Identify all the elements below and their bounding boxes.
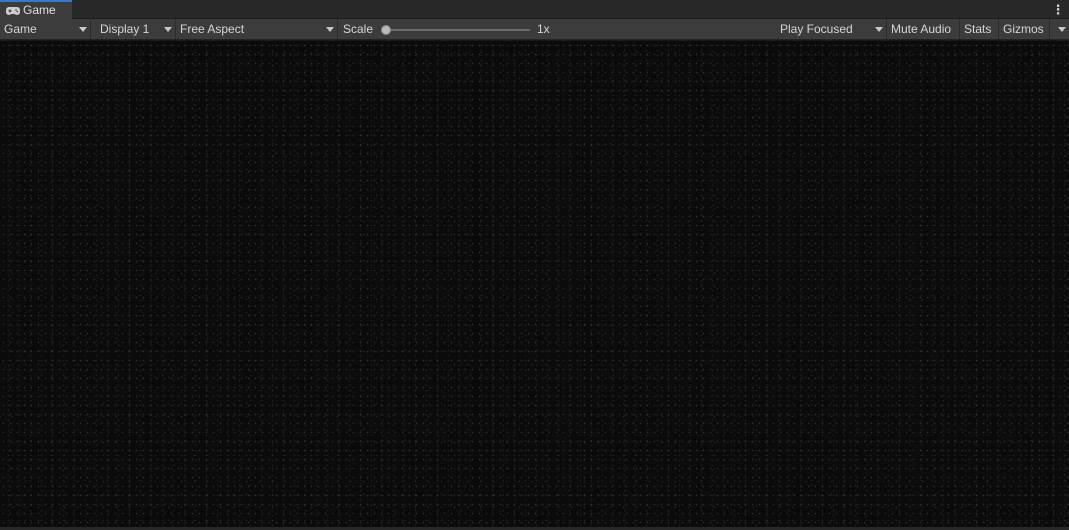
mute-audio-label: Mute Audio xyxy=(891,22,952,36)
game-viewport[interactable] xyxy=(0,41,1069,527)
chevron-down-icon xyxy=(79,27,87,32)
mute-audio-toggle[interactable]: Mute Audio xyxy=(887,19,960,39)
scale-value: 1x xyxy=(533,19,573,39)
aspect-dropdown[interactable]: Free Aspect xyxy=(176,19,338,39)
view-mode-label: Game xyxy=(4,22,37,36)
scale-slider-thumb[interactable] xyxy=(381,25,391,35)
chevron-down-icon xyxy=(1058,27,1066,32)
display-label: Display 1 xyxy=(100,22,150,36)
gizmos-label: Gizmos xyxy=(1003,22,1044,36)
display-dropdown[interactable]: Display 1 xyxy=(96,19,176,39)
gizmos-toggle[interactable]: Gizmos xyxy=(999,19,1050,39)
scale-value-text: 1x xyxy=(537,22,550,36)
tab-label: Game xyxy=(23,3,56,17)
kebab-menu-icon[interactable]: ⋮ xyxy=(1052,0,1065,19)
scale-slider-track[interactable] xyxy=(384,29,530,31)
chevron-down-icon xyxy=(326,27,334,32)
play-mode-label: Play Focused xyxy=(780,22,853,36)
gizmos-dropdown[interactable] xyxy=(1050,19,1069,39)
gamepad-icon xyxy=(6,6,20,15)
scale-label: Scale xyxy=(343,22,374,36)
tab-bar: Game ⋮ xyxy=(0,0,1069,19)
game-window: Game ⋮ Game Display 1 Free Aspect Scale … xyxy=(0,0,1069,530)
play-mode-dropdown[interactable]: Play Focused xyxy=(776,19,887,39)
view-mode-dropdown[interactable]: Game xyxy=(0,19,91,39)
chevron-down-icon xyxy=(875,27,883,32)
aspect-label: Free Aspect xyxy=(180,22,245,36)
chevron-down-icon xyxy=(164,27,172,32)
game-toolbar: Game Display 1 Free Aspect Scale 1x Play… xyxy=(0,19,1069,40)
tab-game[interactable]: Game xyxy=(0,0,72,19)
stats-toggle[interactable]: Stats xyxy=(960,19,999,39)
stats-label: Stats xyxy=(964,22,992,36)
